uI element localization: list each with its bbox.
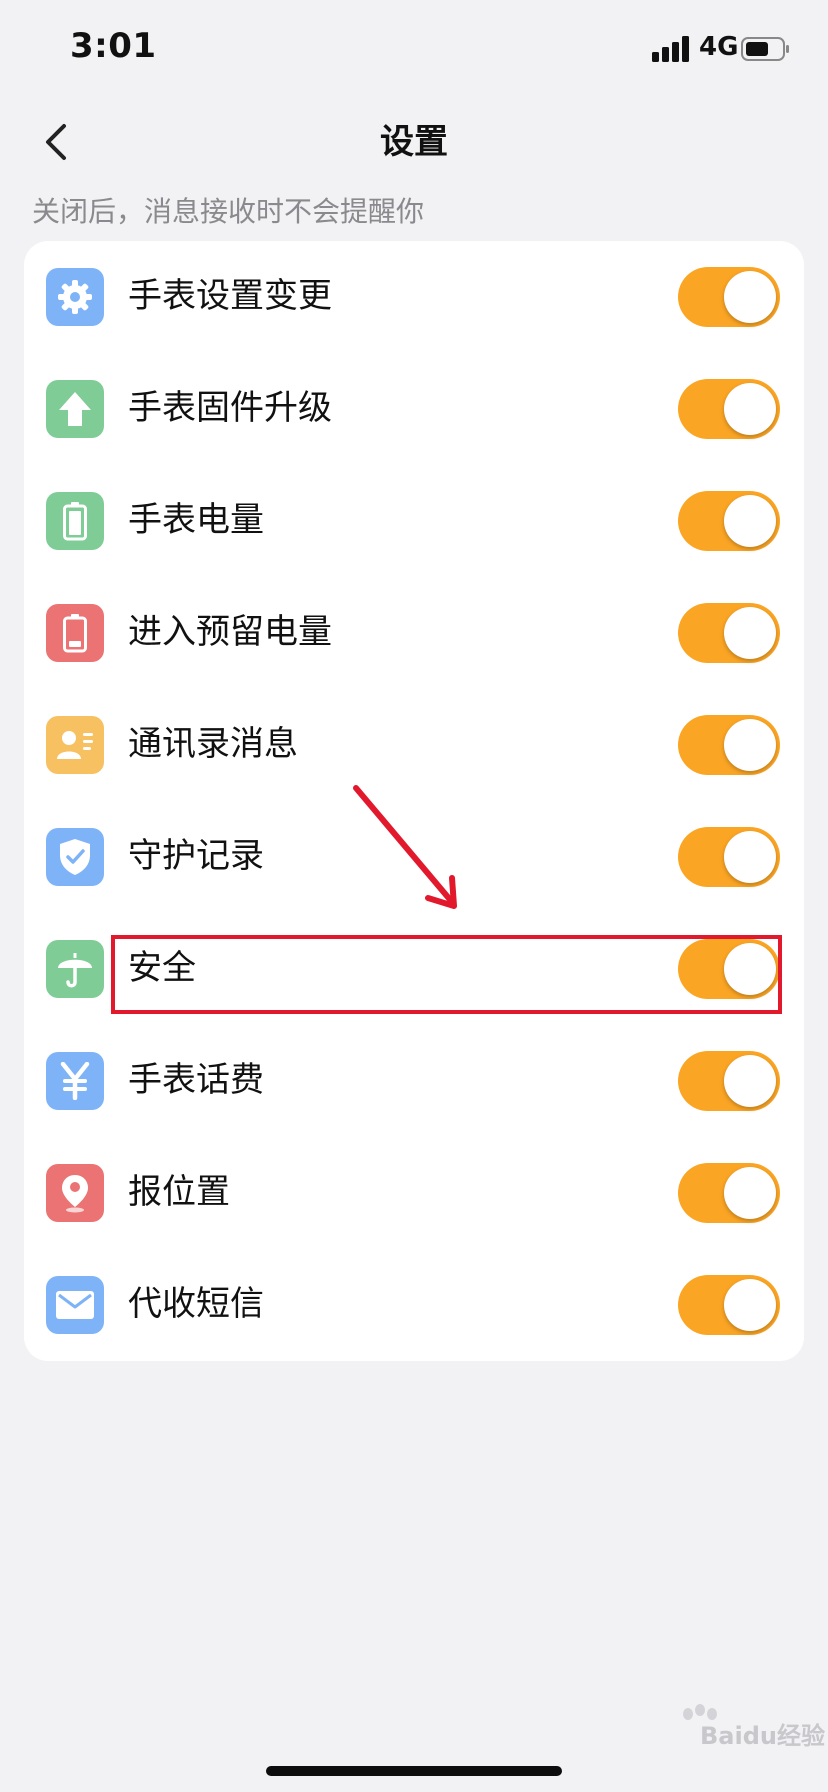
toggle-switch[interactable] — [678, 379, 780, 439]
setting-label: 进入预留电量 — [128, 612, 332, 652]
gear-icon — [46, 268, 104, 326]
umbrella-icon — [46, 940, 104, 998]
toggle-switch[interactable] — [678, 827, 780, 887]
location-pin-icon — [46, 1164, 104, 1222]
shield-check-icon — [46, 828, 104, 886]
toggle-switch[interactable] — [678, 267, 780, 327]
setting-row: 代收短信 — [24, 1249, 804, 1361]
envelope-icon — [46, 1276, 104, 1334]
status-bar: 3:01 4G — [0, 0, 828, 100]
signal-icon — [652, 36, 689, 62]
status-time: 3:01 — [70, 26, 157, 66]
battery-icon — [741, 37, 789, 61]
annotation-arrow-icon — [353, 785, 457, 909]
setting-row: 手表固件升级 — [24, 353, 804, 465]
toggle-knob — [724, 719, 776, 771]
setting-row: 手表电量 — [24, 465, 804, 577]
toggle-knob — [724, 1055, 776, 1107]
navigation-bar: 设置 — [0, 100, 828, 190]
contact-card-icon — [46, 716, 104, 774]
arrow-up-icon — [46, 380, 104, 438]
setting-row: 进入预留电量 — [24, 577, 804, 689]
setting-label: 代收短信 — [128, 1284, 264, 1324]
home-indicator[interactable] — [266, 1766, 562, 1776]
toggle-knob — [724, 1279, 776, 1331]
setting-label: 手表电量 — [128, 500, 264, 540]
network-type: 4G — [699, 32, 739, 62]
page-title: 设置 — [380, 122, 448, 162]
section-hint: 关闭后，消息接收时不会提醒你 — [32, 195, 425, 228]
yen-icon — [46, 1052, 104, 1110]
toggle-switch[interactable] — [678, 1163, 780, 1223]
annotation-highlight-box — [111, 935, 782, 1014]
toggle-knob — [724, 607, 776, 659]
toggle-switch[interactable] — [678, 491, 780, 551]
setting-label: 手表固件升级 — [128, 388, 332, 428]
battery-full-icon — [46, 492, 104, 550]
setting-row: 报位置 — [24, 1137, 804, 1249]
battery-low-icon — [46, 604, 104, 662]
toggle-switch[interactable] — [678, 715, 780, 775]
setting-label: 报位置 — [128, 1172, 230, 1212]
watermark-text: Baidu经验 — [700, 1722, 825, 1750]
setting-label: 手表设置变更 — [128, 276, 332, 316]
setting-row: 手表话费 — [24, 1025, 804, 1137]
toggle-knob — [724, 495, 776, 547]
setting-label: 通讯录消息 — [128, 724, 298, 764]
toggle-knob — [724, 1167, 776, 1219]
setting-label: 守护记录 — [128, 836, 264, 876]
toggle-knob — [724, 383, 776, 435]
toggle-switch[interactable] — [678, 1051, 780, 1111]
toggle-switch[interactable] — [678, 603, 780, 663]
toggle-knob — [724, 831, 776, 883]
setting-label: 手表话费 — [128, 1060, 264, 1100]
toggle-switch[interactable] — [678, 1275, 780, 1335]
toggle-knob — [724, 271, 776, 323]
setting-row: 手表设置变更 — [24, 241, 804, 353]
